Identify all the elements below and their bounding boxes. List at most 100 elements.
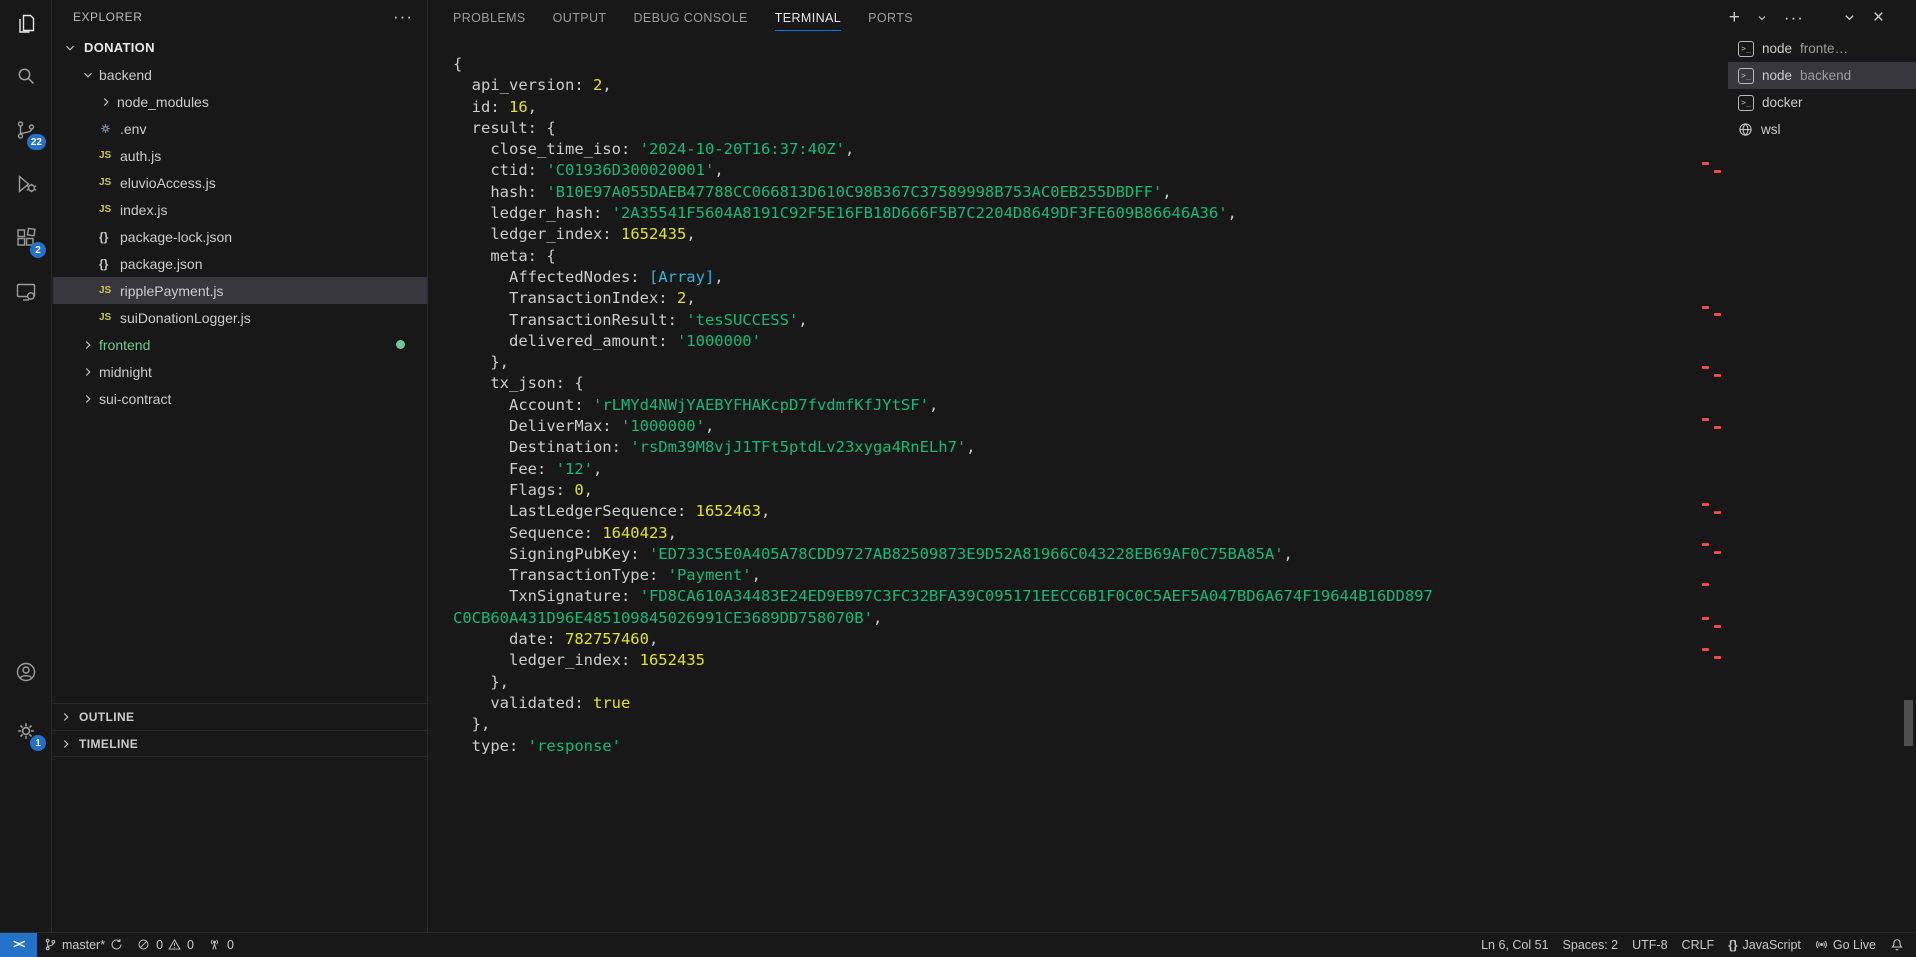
terminal-line: api_version: 2, — [453, 76, 612, 95]
tree-file-index.js[interactable]: JS index.js — [53, 196, 427, 223]
terminal-title: node — [1762, 68, 1793, 83]
settings-gear-icon[interactable]: 1 — [0, 707, 51, 755]
chevron-right-icon — [99, 95, 117, 109]
panel-more-icon[interactable]: ··· — [1784, 9, 1804, 26]
scrollbar-thumb[interactable] — [1904, 700, 1913, 746]
terminal-line: TxnSignature: 'FD8CA610A34483E24ED9EB97C… — [453, 587, 1433, 606]
tree-file-ripplePayment.js[interactable]: JS ripplePayment.js — [53, 277, 427, 304]
tree-file-suiDonationLogger.js[interactable]: JS suiDonationLogger.js — [53, 304, 427, 331]
ports-item[interactable]: 0 — [201, 933, 241, 957]
panel-tab-terminal[interactable]: TERMINAL — [774, 0, 842, 35]
panel-header: PROBLEMS OUTPUT DEBUG CONSOLE TERMINAL PORTS… — [429, 0, 1916, 35]
status-bar: >< master* 0 0 0 Ln 6, Col 51 Spaces: 2 … — [0, 932, 1916, 957]
search-icon[interactable] — [0, 52, 51, 100]
tree-item-label: sui-contract — [99, 390, 172, 407]
errors-icon — [137, 938, 150, 951]
remote-icon: >< — [13, 938, 25, 951]
terminal-list-item-fronte-[interactable]: >_ node fronte… — [1728, 35, 1916, 62]
broadcast-icon — [1815, 938, 1828, 951]
terminal-list-item-wsl[interactable]: wsl — [1728, 116, 1916, 143]
remote-indicator[interactable]: >< — [0, 932, 37, 957]
go-live-item[interactable]: Go Live — [1808, 933, 1883, 957]
tree-file-eluvioAccess.js[interactable]: JS eluvioAccess.js — [53, 169, 427, 196]
cursor-position[interactable]: Ln 6, Col 51 — [1474, 933, 1555, 957]
command-failed-mark — [1714, 374, 1721, 377]
js-file-icon: JS — [99, 150, 112, 161]
explorer-header: EXPLORER ··· — [53, 0, 427, 34]
braces-icon: {} — [1728, 937, 1738, 952]
terminal-list-item-backend[interactable]: >_ node backend — [1728, 62, 1916, 89]
remote-explorer-icon[interactable] — [0, 268, 51, 316]
tree-file-package.json[interactable]: {} package.json — [53, 250, 427, 277]
terminal-detail: backend — [1800, 68, 1852, 83]
tree-file-auth.js[interactable]: JS auth.js — [53, 142, 427, 169]
tree-file-package-lock.json[interactable]: {} package-lock.json — [53, 223, 427, 250]
panel-tab-debug-console[interactable]: DEBUG CONSOLE — [633, 0, 747, 35]
terminal-profile-chevron-icon[interactable] — [1756, 12, 1768, 24]
tree-item-label: .env — [120, 120, 147, 137]
tree-item-label: ripplePayment.js — [120, 282, 224, 299]
panel-close-icon[interactable]: × — [1873, 8, 1884, 27]
terminal-line: ctid: 'C01936D300020001', — [453, 161, 724, 180]
section-label: TIMELINE — [79, 736, 139, 751]
terminal-line: hash: 'B10E97A055DAEB47788CC066813D610C9… — [453, 182, 1172, 201]
tree-folder-frontend[interactable]: frontend — [53, 331, 427, 358]
terminal-line: delivered_amount: '1000000' — [453, 331, 761, 350]
terminal-line: tx_json: { — [453, 374, 584, 393]
extensions-icon[interactable]: 2 — [0, 214, 51, 262]
tree-folder-node_modules[interactable]: node_modules — [53, 88, 427, 115]
status-bar-right: Ln 6, Col 51 Spaces: 2 UTF-8 CRLF {} Jav… — [1474, 933, 1916, 957]
warnings-count: 0 — [187, 937, 194, 952]
tree-item-label: eluvioAccess.js — [120, 174, 216, 191]
command-failed-mark — [1714, 313, 1721, 316]
panel-tab-ports[interactable]: PORTS — [868, 0, 913, 35]
tree-folder-midnight[interactable]: midnight — [53, 358, 427, 385]
settings-badge: 1 — [30, 735, 46, 751]
more-actions-icon[interactable]: ··· — [393, 8, 413, 25]
problems-item[interactable]: 0 0 — [130, 933, 201, 957]
panel-restore-chevron-icon[interactable] — [1842, 10, 1857, 25]
indentation[interactable]: Spaces: 2 — [1556, 933, 1626, 957]
language-mode[interactable]: {} JavaScript — [1721, 933, 1808, 957]
explorer-icon[interactable] — [0, 0, 51, 48]
sidebar-section-outline[interactable]: OUTLINE — [53, 703, 427, 730]
account-icon[interactable] — [0, 648, 51, 696]
terminal-output[interactable]: { api_version: 2, id: 16, result: { clos… — [453, 54, 1433, 757]
chevron-down-icon — [81, 68, 99, 82]
terminal-list: >_ node fronte… >_ node backend >_ docker wsl — [1728, 35, 1916, 143]
source-control-icon[interactable]: 22 — [0, 106, 51, 154]
explorer-title: EXPLORER — [73, 10, 143, 24]
panel-tabs: PROBLEMS OUTPUT DEBUG CONSOLE TERMINAL PORTS — [453, 0, 940, 35]
tree-root-donation[interactable]: DONATION — [53, 34, 427, 61]
warnings-icon — [168, 938, 181, 951]
terminal-icon: >_ — [1738, 94, 1754, 111]
ports-count: 0 — [226, 937, 234, 952]
panel-tab-problems[interactable]: PROBLEMS — [453, 0, 526, 35]
tree-folder-sui-contract[interactable]: sui-contract — [53, 385, 427, 412]
branch-item[interactable]: master* — [37, 933, 130, 957]
tree-item-label: node_modules — [117, 93, 209, 110]
terminal-list-item-docker[interactable]: >_ docker — [1728, 89, 1916, 116]
run-debug-icon[interactable] — [0, 160, 51, 208]
js-file-icon: JS — [99, 177, 112, 188]
command-failed-mark — [1702, 648, 1709, 651]
notifications-bell-icon[interactable] — [1883, 933, 1916, 957]
terminal-line: }, — [453, 715, 491, 734]
tree-folder-backend[interactable]: backend — [53, 61, 427, 88]
sidebar-section-timeline[interactable]: TIMELINE — [53, 730, 427, 757]
encoding[interactable]: UTF-8 — [1625, 933, 1674, 957]
panel-tab-output[interactable]: OUTPUT — [553, 0, 607, 35]
tree-item-label: package-lock.json — [120, 228, 233, 245]
chevron-right-icon — [81, 392, 99, 406]
new-terminal-icon[interactable]: + — [1729, 8, 1740, 27]
tree-file-.env[interactable]: .env — [53, 115, 427, 142]
explorer-sidebar: EXPLORER ··· DONATION backend node_module… — [53, 0, 428, 932]
terminal-line: }, — [453, 672, 509, 691]
terminal-line: type: 'response' — [453, 736, 621, 755]
branch-label: master* — [62, 937, 106, 952]
terminal-line: ledger_index: 1652435, — [453, 225, 696, 244]
braces-file-icon: {} — [99, 256, 109, 271]
eol-sequence[interactable]: CRLF — [1675, 933, 1722, 957]
command-failed-mark — [1714, 426, 1721, 429]
tree-item-label: midnight — [99, 363, 152, 380]
